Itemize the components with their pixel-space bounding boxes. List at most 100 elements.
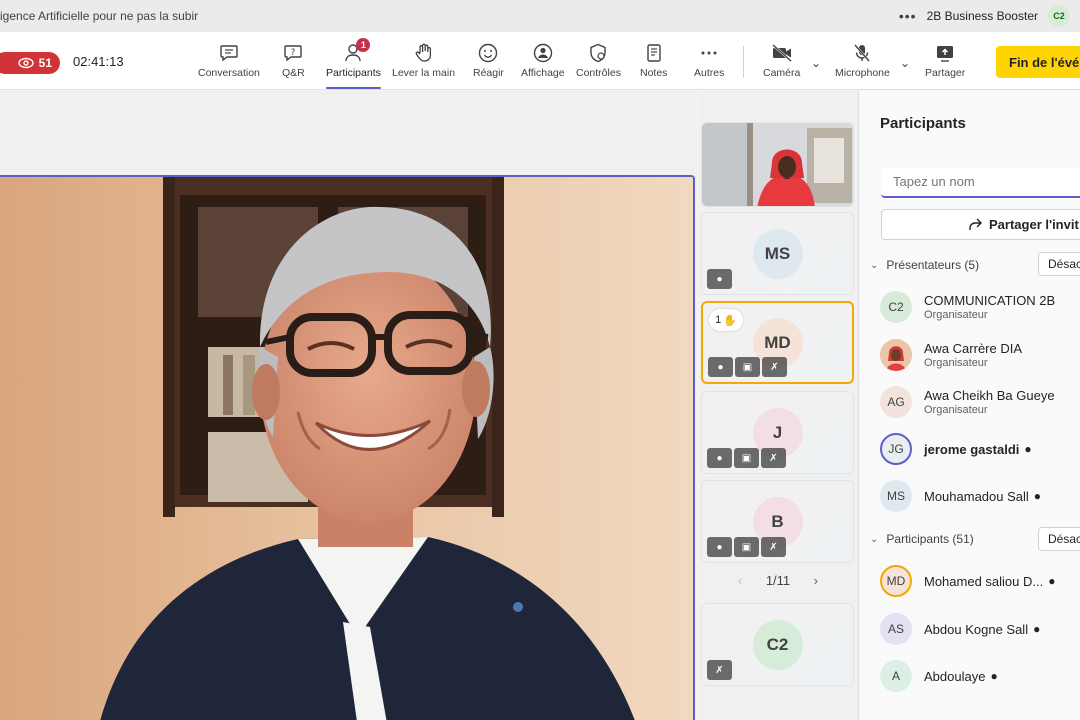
- shield-icon: [590, 43, 607, 63]
- more-button[interactable]: Autres: [694, 42, 724, 86]
- chat-icon: [220, 45, 238, 62]
- participant-video-frame: [702, 123, 853, 206]
- react-button[interactable]: Réagir: [473, 42, 504, 86]
- end-event-button[interactable]: Fin de l'évé: [996, 46, 1080, 78]
- page-indicator: 1/11: [765, 573, 791, 588]
- organization-name[interactable]: 2B Business Booster: [927, 9, 1038, 23]
- controls-button[interactable]: Contrôles: [576, 42, 621, 86]
- attendee-icon: ●: [707, 448, 732, 468]
- microphone-off-icon: ✗: [762, 357, 787, 377]
- microphone-options-chevron-icon[interactable]: ⌄: [900, 56, 910, 70]
- avatar: MS: [880, 480, 912, 512]
- toolbar-divider: [743, 46, 744, 78]
- microphone-off-icon: [854, 44, 871, 62]
- presenters-section-header[interactable]: ⌄ Présentateurs (5): [870, 258, 979, 272]
- avatar: AS: [880, 613, 912, 645]
- participant-thumbnail-video[interactable]: [701, 122, 854, 207]
- self-thumbnail[interactable]: C2 ✗: [701, 603, 854, 686]
- eye-icon: [17, 57, 34, 69]
- title-bar: igence Artificielle pour ne pas la subir…: [0, 0, 1080, 32]
- camera-off-icon: [771, 44, 792, 62]
- attendee-status-icon: ●: [1033, 622, 1041, 636]
- more-horizontal-icon: [701, 51, 717, 55]
- collapse-chevron-icon: ⌄: [870, 533, 879, 545]
- mute-all-presenters-button[interactable]: Désac: [1038, 252, 1080, 276]
- view-button[interactable]: Affichage: [521, 42, 565, 86]
- raised-hand-badge: 1 ✋: [709, 309, 743, 331]
- participant-thumbnail[interactable]: MS ●: [701, 212, 854, 295]
- question-icon: ?: [284, 45, 303, 62]
- next-page-icon[interactable]: ›: [814, 573, 818, 588]
- attendee-status-icon: ●: [1048, 574, 1056, 588]
- attendee-status-icon: ●: [1033, 489, 1042, 503]
- speaker-video-frame: [0, 177, 693, 720]
- meeting-stage: [0, 91, 697, 720]
- participants-button[interactable]: 1 Participants: [326, 38, 381, 89]
- view-icon: [533, 43, 552, 63]
- conversation-button[interactable]: Conversation: [198, 42, 260, 86]
- camera-off-icon: ▣: [734, 448, 759, 468]
- previous-page-icon[interactable]: ‹: [738, 573, 742, 588]
- microphone-button[interactable]: Microphone: [835, 42, 890, 86]
- thumbnail-pager: ‹ 1/11 ›: [738, 573, 818, 588]
- participants-notification-badge: 1: [356, 38, 371, 52]
- participants-section-header[interactable]: ⌄ Participants (51): [870, 532, 974, 546]
- share-invite-button[interactable]: Partager l'invit: [881, 209, 1080, 240]
- avatar: MD: [880, 565, 912, 597]
- camera-button[interactable]: Caméra: [763, 42, 800, 86]
- share-screen-icon: [937, 46, 954, 62]
- participant-item[interactable]: JG jerome gastaldi ●: [880, 431, 1080, 467]
- attendee-icon: ●: [707, 269, 732, 289]
- avatar: AG: [880, 386, 912, 418]
- participant-item[interactable]: A Abdoulaye ●: [880, 658, 1080, 694]
- participant-item[interactable]: Awa Carrère DIA Organisateur: [880, 337, 1080, 373]
- mute-all-participants-button[interactable]: Désac: [1038, 527, 1080, 551]
- microphone-off-icon: ✗: [761, 537, 786, 557]
- user-avatar[interactable]: C2: [1048, 5, 1070, 27]
- attendee-icon: ●: [707, 537, 732, 557]
- microphone-off-icon: ✗: [707, 660, 732, 680]
- participants-panel: Participants Partager l'invit ⌄ Présenta…: [860, 91, 1080, 720]
- share-button[interactable]: Partager: [925, 42, 965, 86]
- participant-thumbnail-hand-raised[interactable]: 1 ✋ MD ● ▣ ✗: [701, 301, 854, 384]
- participant-item[interactable]: MD Mohamed saliou D... ●: [880, 563, 1080, 599]
- participant-item[interactable]: MS Mouhamadou Sall ●: [880, 478, 1080, 514]
- smiley-icon: [479, 43, 498, 63]
- collapse-chevron-icon: ⌄: [870, 259, 879, 271]
- hand-icon: [415, 43, 431, 62]
- camera-options-chevron-icon[interactable]: ⌄: [811, 56, 821, 70]
- more-options-icon[interactable]: •••: [899, 8, 917, 24]
- meeting-toolbar: 51 02:41:13 Conversation ? Q&R 1 Partici…: [0, 32, 1080, 90]
- participant-search-input[interactable]: [881, 168, 1080, 198]
- camera-off-icon: ▣: [735, 357, 760, 377]
- participant-item[interactable]: AS Abdou Kogne Sall ●: [880, 611, 1080, 647]
- participant-thumbnail[interactable]: J ● ▣ ✗: [701, 391, 854, 474]
- teams-meeting-window: igence Artificielle pour ne pas la subir…: [0, 0, 1080, 720]
- meeting-timer: 02:41:13: [73, 54, 124, 69]
- qa-button[interactable]: ? Q&R: [282, 42, 305, 86]
- avatar: C2: [880, 291, 912, 323]
- avatar: JG: [880, 433, 912, 465]
- share-icon: [969, 218, 982, 230]
- hand-icon: ✋: [723, 314, 737, 327]
- svg-text:?: ?: [291, 48, 296, 58]
- viewer-count: 51: [38, 56, 52, 70]
- microphone-off-icon: ✗: [761, 448, 786, 468]
- video-thumbnails-column: MS ● 1 ✋ MD ● ▣ ✗ J ● ▣ ✗ B ● ▣ ✗ ‹ 1/11…: [698, 91, 859, 720]
- attendee-status-icon: ●: [990, 669, 998, 683]
- window-title: igence Artificielle pour ne pas la subir: [0, 9, 199, 23]
- avatar: MS: [752, 228, 803, 279]
- viewer-count-badge[interactable]: 51: [0, 52, 60, 74]
- participant-thumbnail[interactable]: B ● ▣ ✗: [701, 480, 854, 563]
- notes-icon: [647, 44, 661, 62]
- notes-button[interactable]: Notes: [640, 42, 667, 86]
- main-speaker-video[interactable]: [0, 175, 695, 720]
- camera-off-icon: ▣: [734, 537, 759, 557]
- avatar: C2: [752, 619, 803, 670]
- raise-hand-button[interactable]: Lever la main: [392, 42, 455, 86]
- participant-item[interactable]: AG Awa Cheikh Ba Gueye Organisateur: [880, 384, 1080, 420]
- avatar: A: [880, 660, 912, 692]
- avatar-photo: [880, 339, 912, 371]
- panel-title: Participants: [880, 115, 966, 132]
- participant-item[interactable]: C2 COMMUNICATION 2B Organisateur: [880, 289, 1080, 325]
